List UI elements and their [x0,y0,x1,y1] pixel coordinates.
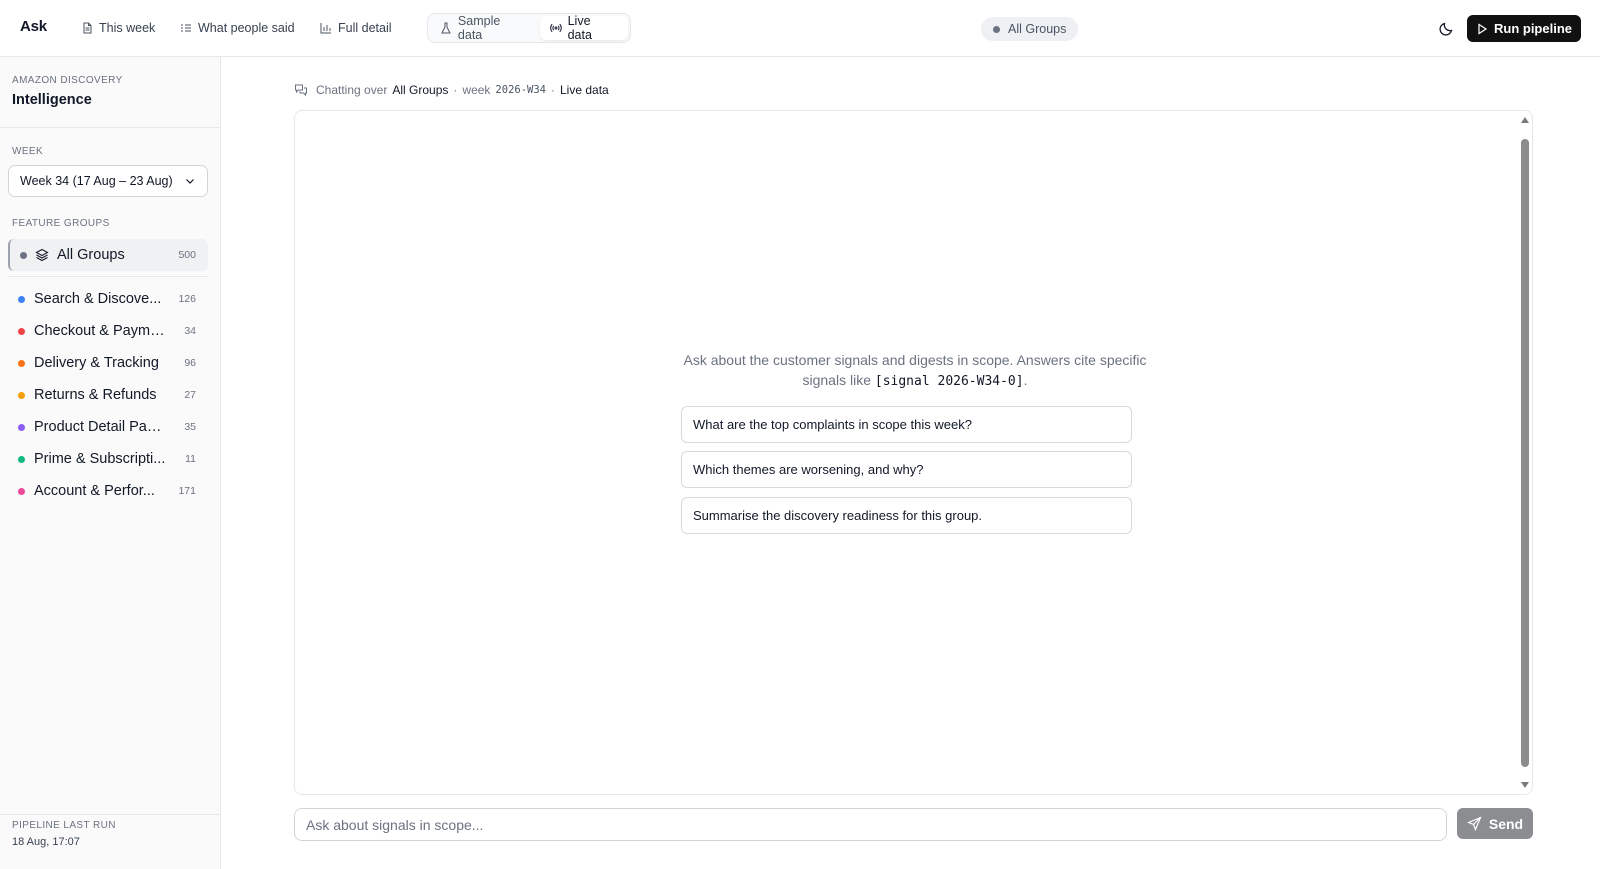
group-name: Returns & Refunds [34,387,157,403]
chevron-down-icon [186,179,194,184]
group-name: Prime & Subscripti... [34,451,166,467]
group-name: Product Detail Pag... [34,419,166,435]
group-item[interactable]: Account & Perfor... 171 [8,475,208,507]
chat-panel: Ask about the customer signals and diges… [294,110,1533,795]
nav-full-detail[interactable]: Full detail [320,19,392,37]
suggestion-button[interactable]: What are the top complaints in scope thi… [681,406,1132,443]
group-name: All Groups [57,247,125,263]
chat-intro-end: . [1023,372,1028,388]
group-name: Delivery & Tracking [34,355,159,371]
scroll-down-arrow-icon[interactable] [1521,782,1529,788]
sidebar: AMAZON DISCOVERY Intelligence WEEK Week … [0,57,221,869]
nav-what-people-said-label: What people said [198,21,295,35]
group-dot [18,359,25,367]
broadcast-icon [549,23,562,33]
scope-pill-label: All Groups [1008,22,1067,36]
group-name: Checkout & Payme... [34,323,166,339]
send-button[interactable]: Send [1457,808,1533,839]
bar-chart-icon [320,23,331,34]
nav-what-people-said[interactable]: What people said [180,19,295,37]
pipeline-last-run: PIPELINE LAST RUN 18 Aug, 17:07 [12,820,116,848]
send-label: Send [1488,815,1524,832]
theme-toggle-button[interactable] [1434,17,1458,41]
context-scope: All Groups [392,83,449,97]
pipeline-last-run-label: PIPELINE LAST RUN [12,820,116,831]
chat-scrollbar[interactable] [1520,113,1530,792]
scope-pill[interactable]: All Groups [981,17,1079,41]
run-pipeline-button[interactable]: Run pipeline [1467,15,1581,42]
group-name: Search & Discove... [34,291,162,307]
context-week-word: week [462,83,491,97]
context-prefix: Chatting over [316,83,388,97]
scrollbar-thumb[interactable] [1521,139,1529,767]
feature-groups-label: FEATURE GROUPS [12,218,110,229]
sidebar-eyebrow: AMAZON DISCOVERY [12,75,123,86]
group-item[interactable]: Checkout & Payme... 34 [8,315,208,347]
moon-icon [1439,22,1453,36]
group-item-all-groups[interactable]: All Groups 500 [8,239,208,271]
live-data-option[interactable]: Live data [539,14,628,42]
sidebar-footer-divider [0,814,220,815]
sidebar-title: Intelligence [12,92,92,108]
group-count: 126 [178,293,196,305]
chat-context-bar: Chatting over All Groups · week 2026-W34… [294,81,609,99]
context-mode: Live data [560,83,609,97]
list-icon [181,24,191,32]
week-select-value: Week 34 (17 Aug – 23 Aug) [20,174,173,188]
flask-icon [441,22,451,34]
group-dot [18,455,25,463]
sidebar-header: AMAZON DISCOVERY Intelligence [12,75,123,108]
week-select[interactable]: Week 34 (17 Aug – 23 Aug) [8,165,208,197]
chat-intro: Ask about the customer signals and diges… [675,350,1155,392]
sidebar-divider [0,127,220,128]
chat-intro-code: [signal 2026-W34-0] [874,374,1024,389]
group-dot [18,295,25,303]
group-count: 500 [178,249,196,261]
scope-dot [993,25,1000,33]
group-count: 171 [178,485,196,497]
nav-this-week-label: This week [99,21,156,35]
layers-icon [35,248,49,262]
group-count: 27 [184,389,196,401]
group-dot [18,487,25,495]
data-mode-toggle: Sample data Live data [427,13,631,43]
sample-data-label: Sample data [457,14,501,42]
app-logo-text[interactable]: Ask [20,18,47,35]
scroll-up-arrow-icon[interactable] [1521,117,1529,123]
group-item[interactable]: Prime & Subscripti... 11 [8,443,208,475]
sample-data-option[interactable]: Sample data [430,14,538,42]
nav-full-detail-label: Full detail [338,21,392,35]
send-icon [1466,816,1482,831]
week-label: WEEK [12,146,44,157]
group-dot [18,327,25,335]
run-pipeline-label: Run pipeline [1494,21,1572,36]
group-count: 35 [184,421,196,433]
top-bar: Ask This week What people said Full deta… [0,0,1600,57]
suggestion-button[interactable]: Which themes are worsening, and why? [681,451,1132,488]
context-separator: · [453,83,458,97]
group-dot [18,391,25,399]
live-data-label: Live data [567,14,592,42]
chat-bubbles-icon [295,84,307,97]
group-dot [20,251,27,259]
suggestion-button[interactable]: Summarise the discovery readiness for th… [681,497,1132,534]
chat-input[interactable] [294,808,1447,841]
group-item[interactable]: Search & Discove... 126 [8,283,208,315]
play-icon [1478,22,1488,35]
context-separator: · [551,83,555,97]
group-count: 11 [185,453,196,465]
group-item[interactable]: Product Detail Pag... 35 [8,411,208,443]
context-week-code: 2026-W34 [495,84,546,96]
group-item[interactable]: Returns & Refunds 27 [8,379,208,411]
feature-group-list: Search & Discove... 126 Checkout & Payme..… [8,283,208,507]
group-item[interactable]: Delivery & Tracking 96 [8,347,208,379]
document-icon [83,22,92,34]
group-count: 96 [184,357,196,369]
nav-this-week[interactable]: This week [81,19,155,37]
group-dot [18,423,25,431]
group-count: 34 [184,325,196,337]
pipeline-last-run-time: 18 Aug, 17:07 [12,836,80,848]
group-name: Account & Perfor... [34,483,155,499]
group-separator [8,276,208,277]
